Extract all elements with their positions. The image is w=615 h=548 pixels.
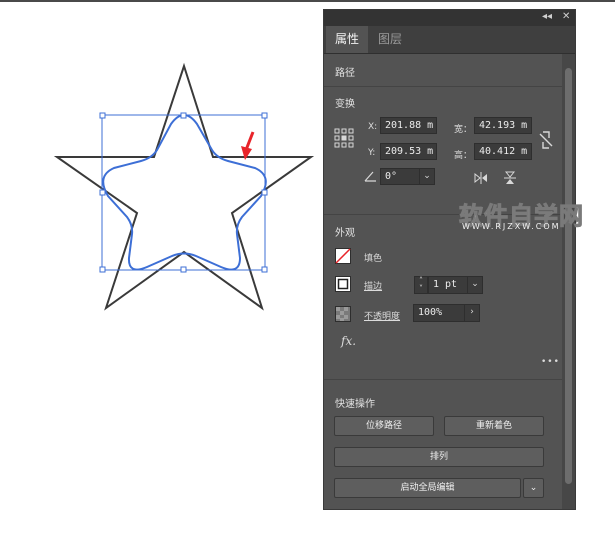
y-input[interactable]: 209.53 m bbox=[380, 143, 437, 160]
rotate-angle-icon bbox=[364, 171, 376, 182]
handle-middle-left[interactable] bbox=[99, 189, 106, 196]
stroke-stepper[interactable]: ˄ ˅ bbox=[414, 276, 428, 294]
appearance-section-title: 外观 bbox=[335, 228, 355, 239]
inner-rounded-star-shape[interactable] bbox=[102, 114, 267, 271]
fill-label: 填色 bbox=[364, 254, 383, 264]
opacity-icon[interactable] bbox=[335, 306, 351, 322]
panel-titlebar: ◂◂ ✕ bbox=[324, 10, 575, 26]
transform-section-title: 变换 bbox=[335, 99, 355, 110]
stroke-label[interactable]: 描边 bbox=[364, 279, 382, 292]
divider bbox=[324, 86, 562, 87]
height-label: 高： bbox=[454, 151, 473, 161]
handle-top-right[interactable] bbox=[261, 112, 268, 119]
panel-tabs: 属性 图层 bbox=[324, 26, 575, 54]
opacity-expand-button[interactable]: › bbox=[464, 304, 480, 322]
artboard-canvas[interactable] bbox=[0, 0, 323, 548]
handle-top-left[interactable] bbox=[99, 112, 106, 119]
flip-vertical-icon[interactable] bbox=[504, 171, 516, 185]
offset-path-button[interactable]: 位移路径 bbox=[334, 416, 434, 436]
path-section-title: 路径 bbox=[335, 68, 355, 79]
properties-panel: ◂◂ ✕ 属性 图层 路径 变换 X: 201.88 m Y: 209.53 m… bbox=[323, 9, 576, 510]
flip-horizontal-icon[interactable] bbox=[474, 172, 488, 184]
reference-point-icon[interactable] bbox=[334, 128, 354, 148]
handle-top-center[interactable] bbox=[180, 112, 187, 119]
watermark-url: WWW.RJZXW.COM bbox=[462, 222, 561, 231]
x-label: X: bbox=[368, 122, 378, 132]
close-panel-button[interactable]: ✕ bbox=[562, 11, 570, 22]
tab-layers[interactable]: 图层 bbox=[369, 26, 411, 53]
x-input[interactable]: 201.88 m bbox=[380, 117, 437, 134]
collapse-panel-button[interactable]: ◂◂ bbox=[542, 11, 552, 22]
y-label: Y: bbox=[368, 148, 376, 158]
panel-scrollbar-thumb[interactable] bbox=[565, 68, 572, 484]
handle-bottom-left[interactable] bbox=[99, 266, 106, 273]
global-edit-dropdown-button[interactable]: ⌄ bbox=[523, 478, 544, 498]
recolor-button[interactable]: 重新着色 bbox=[444, 416, 544, 436]
divider bbox=[324, 379, 562, 380]
fill-swatch-icon[interactable] bbox=[335, 248, 351, 264]
quick-actions-section-title: 快速操作 bbox=[335, 399, 375, 410]
arrange-button[interactable]: 排列 bbox=[334, 447, 544, 467]
opacity-label[interactable]: 不透明度 bbox=[364, 309, 400, 322]
angle-dropdown-button[interactable]: ⌄ bbox=[419, 168, 435, 185]
height-input[interactable]: 40.412 m bbox=[474, 143, 532, 160]
global-edit-button[interactable]: 启动全局编辑 bbox=[334, 478, 521, 498]
handle-bottom-center[interactable] bbox=[180, 266, 187, 273]
more-options-button[interactable]: ••• bbox=[541, 357, 560, 367]
constrain-proportions-icon[interactable] bbox=[539, 130, 553, 150]
width-input[interactable]: 42.193 m bbox=[474, 117, 532, 134]
handle-middle-right[interactable] bbox=[261, 189, 268, 196]
red-arrow-icon bbox=[241, 131, 255, 160]
opacity-input[interactable]: 100% bbox=[413, 304, 465, 322]
stroke-weight-dropdown[interactable]: ⌄ bbox=[467, 276, 483, 294]
stroke-weight-input[interactable]: 1 pt bbox=[428, 276, 468, 294]
stroke-swatch-icon[interactable] bbox=[335, 276, 351, 292]
handle-bottom-right[interactable] bbox=[261, 266, 268, 273]
tab-properties[interactable]: 属性 bbox=[326, 26, 369, 53]
width-label: 宽： bbox=[454, 125, 473, 135]
fx-effects-button[interactable]: fx. bbox=[341, 334, 356, 348]
angle-input[interactable]: 0° bbox=[380, 168, 420, 185]
